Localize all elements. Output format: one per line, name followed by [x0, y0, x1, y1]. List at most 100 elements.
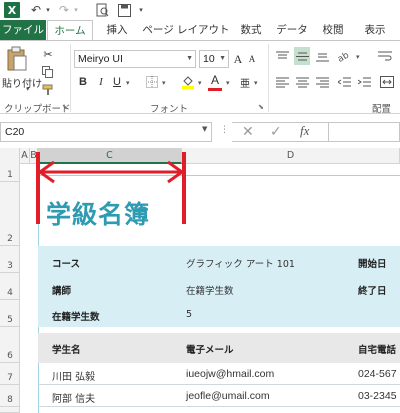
row-header-5[interactable]: 5: [0, 300, 20, 327]
merge-center-icon[interactable]: [378, 73, 396, 91]
select-all-corner[interactable]: [0, 148, 20, 164]
column-width-annotation: [36, 152, 186, 224]
fill-color-icon[interactable]: [180, 73, 196, 91]
table-header-email: 電子メール: [186, 345, 234, 356]
orientation-icon[interactable]: ab: [336, 47, 354, 65]
table-row-divider: [38, 384, 400, 385]
row-header-8[interactable]: 8: [0, 385, 20, 407]
quick-access-toolbar: X ↶ ▾ ↷ ▾ ▾: [0, 0, 400, 20]
table-row-divider: [38, 406, 400, 407]
row-header-4[interactable]: 4: [0, 273, 20, 300]
row-header-3[interactable]: 3: [0, 246, 20, 273]
italic-button[interactable]: I: [94, 73, 108, 91]
middle-align-icon[interactable]: [294, 47, 310, 65]
group-divider: [70, 44, 71, 112]
paste-icon[interactable]: [4, 45, 30, 73]
formula-bar-grip-icon[interactable]: ⋮: [220, 125, 229, 135]
info-label-instructor: 講師: [52, 286, 72, 297]
info-value-enrolled: 5: [186, 309, 193, 320]
group-divider: [268, 44, 269, 112]
paste-button[interactable]: 貼り付け: [2, 75, 42, 90]
row-header-2[interactable]: 2: [0, 182, 20, 246]
top-align-icon[interactable]: [274, 47, 290, 65]
svg-text:ab: ab: [338, 50, 351, 62]
tab-view[interactable]: 表示: [356, 20, 394, 40]
customize-qat-icon[interactable]: ▾: [136, 2, 146, 18]
bold-button[interactable]: B: [76, 73, 90, 91]
increase-indent-icon[interactable]: [356, 73, 372, 91]
undo-icon[interactable]: ↶: [28, 2, 44, 18]
phonetic-dropdown-icon[interactable]: ▾: [254, 79, 258, 87]
row-header-7[interactable]: 7: [0, 363, 20, 385]
redo-dropdown-icon[interactable]: ▾: [72, 2, 80, 18]
underline-dropdown-icon[interactable]: ▾: [126, 79, 130, 87]
borders-icon[interactable]: [144, 73, 160, 91]
info-label-end-date: 終了日: [358, 286, 387, 297]
font-color-dropdown-icon[interactable]: ▾: [226, 79, 230, 87]
ribbon: 貼り付け ▾ ✂ クリップボード ⬊ Meiryo UI ▼ 10 ▼ A A …: [0, 40, 400, 115]
tab-data[interactable]: データ: [272, 20, 312, 40]
info-value-course: グラフィック アート 101: [186, 259, 295, 270]
table-cell-phone: 024-567: [358, 368, 397, 380]
table-cell-name: 阿部 信夫: [52, 394, 96, 405]
ribbon-tabs: ファイル ホーム 挿入 ページ レイアウト 数式 データ 校閲 表示: [0, 20, 400, 41]
font-color-swatch: [208, 88, 222, 91]
column-header-d[interactable]: D: [182, 148, 400, 164]
clipboard-launcher-icon[interactable]: ⬊: [62, 103, 68, 111]
tab-file[interactable]: ファイル: [0, 20, 46, 40]
tab-review[interactable]: 校閲: [314, 20, 352, 40]
align-left-icon[interactable]: [274, 73, 290, 91]
format-painter-icon[interactable]: [40, 81, 56, 99]
font-group-label: フォント: [150, 104, 189, 115]
tab-insert[interactable]: 挿入: [98, 20, 136, 40]
font-size-combo[interactable]: 10 ▼: [199, 50, 229, 68]
clipboard-group-label: クリップボード: [4, 104, 71, 115]
excel-logo-icon: X: [4, 2, 20, 18]
align-center-icon[interactable]: [294, 73, 310, 91]
fill-color-dropdown-icon[interactable]: ▾: [198, 79, 202, 87]
info-value-instructor: 在籍学生数: [186, 286, 234, 297]
info-label-start-date: 開始日: [358, 259, 387, 270]
tab-home[interactable]: ホーム: [47, 20, 93, 41]
table-cell-email: jeofle@umail.com: [186, 390, 270, 402]
font-launcher-icon[interactable]: ⬊: [258, 103, 264, 111]
bottom-align-icon[interactable]: [314, 47, 330, 65]
table-header-phone: 自宅電話: [358, 345, 397, 356]
save-icon[interactable]: [116, 2, 132, 18]
tab-page-layout[interactable]: ページ レイアウト: [140, 20, 232, 40]
enter-entry-icon[interactable]: ✓: [270, 124, 282, 140]
wrap-text-icon[interactable]: [376, 47, 394, 65]
paste-dropdown-icon[interactable]: ▾: [26, 85, 30, 93]
phonetic-icon[interactable]: 亜: [238, 73, 252, 91]
row-header-9[interactable]: [0, 407, 20, 413]
insert-function-button[interactable]: fx: [300, 123, 309, 139]
formula-input[interactable]: [328, 122, 400, 142]
row-header-1[interactable]: 1: [0, 164, 20, 182]
orientation-dropdown-icon[interactable]: ▾: [356, 53, 360, 61]
grow-font-button[interactable]: A: [232, 50, 244, 68]
table-header-name: 学生名: [52, 345, 81, 356]
cancel-entry-icon[interactable]: ✕: [242, 124, 254, 140]
undo-dropdown-icon[interactable]: ▾: [44, 2, 52, 18]
name-box[interactable]: C20: [0, 122, 212, 142]
font-color-button[interactable]: A: [208, 71, 222, 89]
name-box-dropdown-icon[interactable]: ▼: [202, 125, 207, 133]
table-cell-phone: 03-2345: [358, 390, 397, 402]
print-preview-icon[interactable]: [94, 2, 110, 18]
cut-icon[interactable]: ✂: [40, 45, 56, 63]
decrease-indent-icon[interactable]: [336, 73, 352, 91]
alignment-group-label: 配置: [372, 104, 392, 115]
info-label-course: コース: [52, 259, 81, 270]
row-header-6[interactable]: 6: [0, 327, 20, 363]
underline-button[interactable]: U: [110, 73, 124, 91]
copy-icon[interactable]: [40, 63, 56, 81]
info-label-enrolled: 在籍学生数: [52, 312, 100, 323]
borders-dropdown-icon[interactable]: ▾: [162, 79, 166, 87]
tab-formulas[interactable]: 数式: [232, 20, 270, 40]
font-name-combo[interactable]: Meiryo UI ▼: [74, 50, 196, 68]
align-right-icon[interactable]: [314, 73, 330, 91]
shrink-font-button[interactable]: A: [246, 50, 258, 68]
redo-icon[interactable]: ↷: [56, 2, 72, 18]
chevron-down-icon: ▼: [219, 55, 226, 62]
font-size-value: 10: [203, 53, 215, 65]
